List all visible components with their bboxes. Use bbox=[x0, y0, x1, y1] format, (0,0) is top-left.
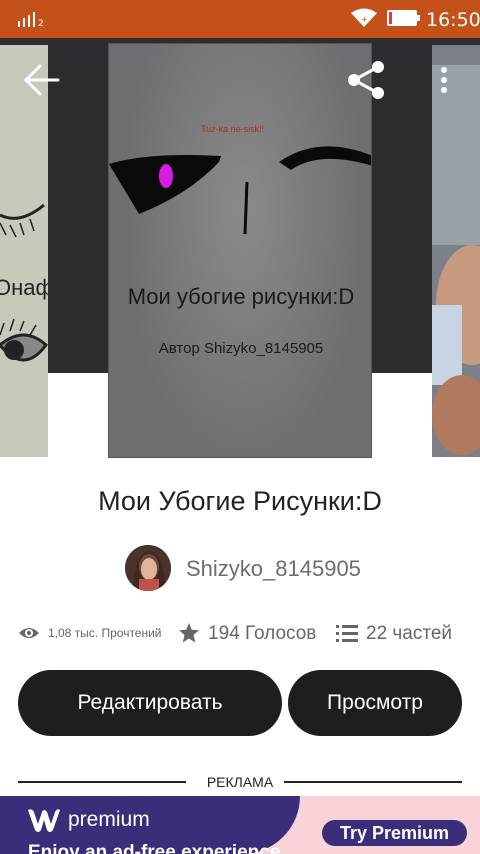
status-time: 16:50 bbox=[426, 9, 480, 31]
ad-banner[interactable]: premium Enjoy an ad-free experience Try … bbox=[0, 796, 480, 854]
votes-count: 194 Голосов bbox=[208, 623, 317, 644]
cover-eye-drawing bbox=[109, 146, 371, 235]
back-arrow-icon[interactable] bbox=[22, 62, 62, 98]
more-vert-icon[interactable] bbox=[432, 62, 456, 98]
ad-brand: premium bbox=[68, 808, 150, 831]
ad-tagline: Enjoy an ad-free experience bbox=[28, 842, 281, 854]
parts-stat: 22 частей bbox=[336, 620, 476, 646]
eye-icon bbox=[19, 628, 39, 638]
avatar[interactable] bbox=[125, 545, 171, 591]
cover-author-text: Автор Shizyko_8145905 bbox=[158, 340, 324, 357]
edit-button[interactable]: Редактировать bbox=[18, 670, 282, 736]
star-icon bbox=[179, 623, 199, 643]
view-button[interactable]: Просмотр bbox=[288, 670, 462, 736]
cover-carousel[interactable]: Онаф Tuz-ka ne-sisk!! Мои убогие рисунки… bbox=[0, 38, 480, 458]
cover-small-text: Tuz-ka ne-sisk!! bbox=[201, 124, 265, 134]
cover-title-text: Мои убогие рисунки:D bbox=[127, 284, 355, 309]
avatar-photo bbox=[125, 545, 171, 591]
status-bar: 2 + 11 16:50 bbox=[0, 0, 480, 38]
votes-stat: 194 Голосов bbox=[178, 620, 328, 646]
battery-label: 11 bbox=[396, 11, 408, 23]
next-cover-photo bbox=[432, 45, 480, 457]
reads-stat: 1,08 тыс. Прочтений bbox=[18, 620, 168, 646]
previous-cover-text: Онаф bbox=[0, 275, 48, 300]
battery-icon: 11 bbox=[387, 10, 420, 26]
story-cover[interactable]: Tuz-ka ne-sisk!! Мои убогие рисунки:D Ав… bbox=[108, 43, 372, 458]
signal-icon: 2 bbox=[18, 12, 44, 27]
eye-drawing-image bbox=[0, 45, 48, 457]
story-title: Мои Убогие Рисунки:D bbox=[98, 486, 382, 516]
wattpad-w-icon bbox=[28, 809, 60, 832]
reads-count: 1,08 тыс. Прочтений bbox=[48, 626, 162, 640]
svg-text:2: 2 bbox=[38, 19, 44, 27]
previous-cover[interactable]: Онаф bbox=[0, 45, 48, 457]
share-icon[interactable] bbox=[346, 60, 386, 100]
stats-row: 1,08 тыс. Прочтений 194 Голосов 22 часте… bbox=[18, 620, 468, 646]
ad-divider: РЕКЛАМА bbox=[18, 772, 462, 792]
svg-text:+: + bbox=[361, 15, 368, 24]
try-premium-button[interactable]: Try Premium bbox=[322, 820, 467, 846]
wifi-icon: + bbox=[351, 8, 377, 27]
author-name[interactable]: Shizyko_8145905 bbox=[186, 556, 361, 582]
list-icon bbox=[336, 625, 358, 642]
parts-count: 22 частей bbox=[366, 623, 453, 644]
next-cover[interactable] bbox=[432, 45, 480, 457]
